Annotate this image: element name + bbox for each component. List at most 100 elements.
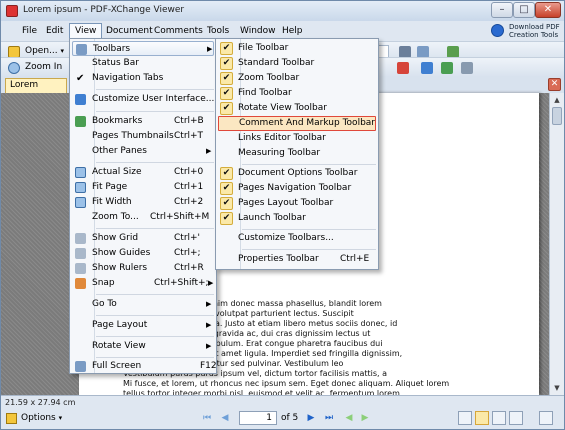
menu-separator bbox=[96, 294, 214, 295]
checkmark-icon: ✔ bbox=[220, 212, 233, 225]
view-menu-full-screen[interactable]: Full Screen F12 bbox=[72, 359, 217, 374]
grid-icon bbox=[75, 233, 86, 244]
facing-continuous-icon[interactable] bbox=[509, 411, 523, 425]
menu-file[interactable]: File bbox=[17, 23, 42, 39]
guides-icon bbox=[75, 248, 86, 259]
menu-edit[interactable]: Edit bbox=[41, 23, 68, 39]
menu-separator bbox=[96, 336, 214, 337]
page-dimensions: 21.59 x 27.94 cm bbox=[5, 398, 76, 407]
view-menu-show-rulers[interactable]: Show Rulers Ctrl+R bbox=[72, 261, 214, 276]
view-menu-other-panes[interactable]: Other Panes ▶ bbox=[72, 144, 214, 159]
checkmark-icon: ✔ bbox=[220, 197, 233, 210]
toolbars-icon bbox=[76, 44, 87, 55]
view-menu-bookmarks[interactable]: Bookmarks Ctrl+B bbox=[72, 114, 214, 129]
toolbar-option[interactable]: ✔ Document Options Toolbar bbox=[218, 166, 376, 181]
tab-close-icon[interactable]: ✕ bbox=[548, 78, 561, 91]
menu-help[interactable]: Help bbox=[277, 23, 308, 39]
title-bar: Lorem ipsum - PDF-XChange Viewer – □ ✕ bbox=[1, 1, 564, 21]
toolbar-option[interactable]: ✔ Zoom Toolbar bbox=[218, 71, 376, 86]
chevron-down-icon: ▾ bbox=[58, 414, 63, 422]
toolbar-option[interactable]: ✔ Find Toolbar bbox=[218, 86, 376, 101]
scroll-up-icon[interactable]: ▲ bbox=[552, 95, 562, 105]
toolbar-option[interactable]: ✔ File Toolbar bbox=[218, 41, 376, 56]
prev-page-icon[interactable]: ◀ bbox=[219, 412, 231, 424]
view-menu-fit-page[interactable]: Fit Page Ctrl+1 bbox=[72, 180, 214, 195]
checkmark-icon: ✔ bbox=[220, 102, 233, 115]
menu-separator bbox=[96, 89, 214, 90]
checkmark-icon: ✔ bbox=[220, 57, 233, 70]
vertical-scrollbar[interactable]: ▲ ▼ bbox=[549, 93, 564, 395]
chevron-down-icon: ▾ bbox=[60, 47, 65, 55]
magnifier-icon bbox=[8, 62, 20, 74]
view-menu-pages-thumbnails[interactable]: Pages Thumbnails Ctrl+T bbox=[72, 129, 214, 144]
menu-comments[interactable]: Comments bbox=[149, 23, 208, 39]
bookmarks-icon bbox=[75, 116, 86, 127]
options-button[interactable]: Options ▾ bbox=[5, 411, 62, 426]
next-page-icon[interactable]: ▶ bbox=[305, 412, 317, 424]
checkmark-icon: ✔ bbox=[220, 42, 233, 55]
scroll-down-icon[interactable]: ▼ bbox=[552, 383, 562, 393]
page-count: of 5 bbox=[281, 413, 299, 423]
view-menu-navigation-tabs[interactable]: ✔ Navigation Tabs bbox=[72, 71, 214, 86]
view-menu-rotate-view[interactable]: Rotate View ▶ bbox=[72, 339, 214, 354]
download-tools-button[interactable]: Download PDF Creation Tools bbox=[487, 21, 563, 41]
minimize-button[interactable]: – bbox=[491, 2, 513, 18]
close-button[interactable]: ✕ bbox=[535, 2, 561, 18]
menu-separator bbox=[242, 164, 376, 165]
scroll-thumb[interactable] bbox=[552, 107, 562, 125]
view-menu-customize-ui[interactable]: Customize User Interface... bbox=[72, 92, 214, 107]
view-menu-go-to[interactable]: Go To ▶ bbox=[72, 297, 214, 312]
forward-icon[interactable]: ▶ bbox=[359, 412, 371, 424]
comment-markup-toolbar-option[interactable]: Comment And Markup Toolbar bbox=[218, 116, 376, 131]
last-page-icon[interactable]: ⏭ bbox=[323, 412, 335, 424]
menu-separator bbox=[96, 315, 214, 316]
menu-separator bbox=[96, 357, 214, 358]
snapshot-icon[interactable] bbox=[421, 62, 433, 74]
submenu-arrow-icon: ▶ bbox=[208, 279, 214, 287]
toolbar-option[interactable]: ✔ Launch Toolbar bbox=[218, 211, 376, 226]
page-number-input[interactable]: 1 bbox=[239, 411, 277, 425]
single-page-icon[interactable] bbox=[458, 411, 472, 425]
toolbar-option[interactable]: Measuring Toolbar bbox=[218, 146, 376, 161]
promo-line-2: Creation Tools bbox=[509, 31, 559, 39]
view-menu-snap[interactable]: Snap Ctrl+Shift+; ▶ bbox=[72, 276, 214, 291]
toolbar-option[interactable]: Links Editor Toolbar bbox=[218, 131, 376, 146]
fit-width-icon bbox=[75, 197, 86, 208]
page-text-line: Mi fusce, et lorem, ut rhoncus nec ipsum… bbox=[123, 379, 450, 388]
actual-size-icon bbox=[75, 167, 86, 178]
toolbar-option[interactable]: ✔ Pages Navigation Toolbar bbox=[218, 181, 376, 196]
toolbar-option[interactable]: ✔ Pages Layout Toolbar bbox=[218, 196, 376, 211]
properties-toolbar-option[interactable]: Properties Toolbar Ctrl+E bbox=[218, 252, 376, 267]
view-menu-fit-width[interactable]: Fit Width Ctrl+2 bbox=[72, 195, 214, 210]
first-page-icon[interactable]: ⏮ bbox=[201, 412, 213, 424]
view-menu-zoom-to[interactable]: Zoom To... Ctrl+Shift+M bbox=[72, 210, 214, 225]
eyedropper-icon[interactable] bbox=[461, 62, 473, 74]
toolbar-option[interactable]: ✔ Standard Toolbar bbox=[218, 56, 376, 71]
zoom-in-button[interactable]: Zoom In bbox=[5, 60, 68, 76]
continuous-page-icon[interactable] bbox=[475, 411, 489, 425]
facing-page-icon[interactable] bbox=[492, 411, 506, 425]
submenu-arrow-icon: ▶ bbox=[206, 300, 212, 308]
maximize-button[interactable]: □ bbox=[513, 2, 535, 18]
menu-tools[interactable]: Tools bbox=[202, 23, 234, 39]
view-menu-show-guides[interactable]: Show Guides Ctrl+; bbox=[72, 246, 214, 261]
customize-toolbars-option[interactable]: Customize Toolbars... bbox=[218, 231, 376, 246]
submenu-arrow-icon: ▶ bbox=[206, 147, 212, 155]
stamp-icon[interactable] bbox=[397, 62, 409, 74]
view-menu-actual-size[interactable]: Actual Size Ctrl+0 bbox=[72, 165, 214, 180]
customize-icon bbox=[75, 94, 86, 105]
sign-icon[interactable] bbox=[441, 62, 453, 74]
menu-view[interactable]: View bbox=[69, 23, 103, 39]
view-menu-page-layout[interactable]: Page Layout ▶ bbox=[72, 318, 214, 333]
launch-icon[interactable] bbox=[539, 411, 553, 425]
view-menu-status-bar[interactable]: Status Bar bbox=[72, 56, 214, 71]
menu-window[interactable]: Window bbox=[235, 23, 281, 39]
document-tab[interactable]: Lorem ipsum bbox=[5, 78, 67, 103]
view-menu-show-grid[interactable]: Show Grid Ctrl+' bbox=[72, 231, 214, 246]
open-label: Open... bbox=[25, 46, 58, 56]
back-icon[interactable]: ◀ bbox=[343, 412, 355, 424]
rulers-icon bbox=[75, 263, 86, 274]
options-label: Options bbox=[21, 413, 56, 423]
view-menu-toolbars[interactable]: Toolbars ▶ bbox=[72, 41, 214, 56]
toolbar-option[interactable]: ✔ Rotate View Toolbar bbox=[218, 101, 376, 116]
